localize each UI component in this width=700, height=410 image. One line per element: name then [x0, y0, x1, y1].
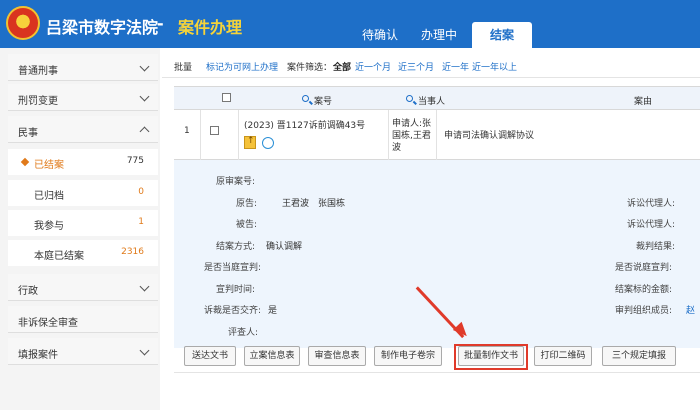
- sidebar-item-label: 行政: [18, 286, 38, 297]
- written-judgment-label: 是否说庭宣判:: [615, 263, 673, 273]
- tab-pending-confirm[interactable]: 待确认: [349, 22, 411, 48]
- header-cause: 案由: [634, 97, 653, 107]
- sidebar-item-criminal[interactable]: 普通刑事: [8, 54, 158, 81]
- original-case-no-label: 原审案号:: [216, 177, 256, 187]
- link-icon[interactable]: [262, 137, 274, 149]
- column-divider: [200, 110, 201, 160]
- sidebar-subitem-participated[interactable]: 我参与 1: [8, 210, 158, 236]
- sidebar-subitem-label: 已结案: [34, 160, 64, 171]
- app-title: 吕梁市数字法院: [46, 18, 159, 37]
- public-hearing-label: 是否当庭宣判:: [204, 263, 262, 273]
- announce-time-label: 宣判时间:: [216, 285, 256, 295]
- module-title: 案件办理: [178, 18, 243, 37]
- sidebar-subitem-archived[interactable]: 已归档 0: [8, 180, 158, 206]
- title-separator: -: [157, 14, 164, 33]
- bottom-row-area: [174, 372, 700, 410]
- make-e-dossier-button[interactable]: 制作电子卷宗: [374, 346, 442, 366]
- search-icon[interactable]: [302, 95, 309, 102]
- case-number-link[interactable]: (2023) 晋1127诉前调确43号: [244, 118, 384, 131]
- defendant-label: 被告:: [236, 220, 258, 230]
- count-badge: 2316: [121, 247, 144, 257]
- case-cause: 申请司法确认调解协议: [444, 131, 535, 141]
- chevron-down-icon: [139, 91, 150, 102]
- row-index: 1: [184, 126, 190, 136]
- table-header: 案号 当事人 案由: [174, 86, 700, 110]
- sidebar-item-civil[interactable]: 民事: [8, 116, 158, 143]
- batch-label: 批量: [174, 63, 193, 73]
- sidebar-item-label: 非诉保全审查: [18, 318, 78, 329]
- column-divider: [238, 110, 239, 160]
- case-info-button[interactable]: 立案信息表: [244, 346, 300, 366]
- trial-org-label: 审判组织成员:: [615, 306, 673, 316]
- count-badge: 1: [138, 217, 144, 227]
- column-divider: [388, 110, 389, 160]
- sidebar-item-report-cases[interactable]: 填报案件: [8, 338, 158, 365]
- annotation-highlight-box: [454, 344, 528, 370]
- plaintiff-value: 王君波 张国栋: [282, 199, 346, 209]
- filter-over-one-year[interactable]: 近一年以上: [472, 60, 517, 73]
- mark-online-link[interactable]: 标记为可网上办理: [206, 60, 278, 73]
- tab-in-progress[interactable]: 办理中: [408, 22, 470, 48]
- judgment-result-label: 裁判结果:: [636, 242, 676, 252]
- sidebar: 普通刑事 刑罚变更 民事 已结案 775 已归档 0 我参与 1 本庭已结案 2…: [0, 48, 160, 410]
- party-names: 申请人:张国栋,王君波: [392, 119, 432, 153]
- chevron-up-icon: [139, 126, 150, 137]
- sidebar-subitem-court-closed[interactable]: 本庭已结案 2316: [8, 240, 158, 266]
- tab-closed[interactable]: 结案: [472, 22, 532, 48]
- closing-method-value: 确认调解: [266, 242, 303, 252]
- search-icon[interactable]: [406, 95, 413, 102]
- chevron-down-icon: [139, 281, 150, 292]
- main-content: 批量 标记为可网上办理 案件筛选： 全部 近一个月 近三个月 近一年 近一年以上…: [162, 48, 700, 410]
- row-checkbox[interactable]: [210, 126, 219, 135]
- closing-amount-label: 结案标的金额:: [615, 285, 673, 295]
- case-detail-panel: 原审案号: 原告: 王君波 张国栋 被告: 结案方式: 确认调解 是否当庭宣判:…: [174, 160, 700, 348]
- deliver-document-button[interactable]: 送达文书: [184, 346, 236, 366]
- upload-file-icon[interactable]: [244, 136, 256, 149]
- plaintiff-label: 原告:: [236, 199, 258, 209]
- table-row[interactable]: 1 (2023) 晋1127诉前调确43号 申请人:张国栋,王君波 申请司法确认…: [174, 110, 700, 160]
- column-divider: [436, 110, 437, 160]
- sidebar-item-sentence-change[interactable]: 刑罚变更: [8, 84, 158, 111]
- filter-three-months[interactable]: 近三个月: [398, 60, 434, 73]
- assessor-label: 评查人:: [228, 328, 259, 338]
- sidebar-item-administrative[interactable]: 行政: [8, 274, 158, 301]
- sidebar-item-preservation-review[interactable]: 非诉保全审查: [8, 306, 158, 333]
- count-badge: 775: [126, 156, 144, 166]
- filter-all[interactable]: 全部: [333, 60, 351, 73]
- header-case-no: 案号: [314, 97, 333, 107]
- count-badge: 0: [138, 187, 144, 197]
- three-rules-report-button[interactable]: 三个规定填报: [602, 346, 676, 366]
- agent-label-1: 诉讼代理人:: [627, 199, 676, 209]
- sidebar-item-label: 普通刑事: [18, 66, 58, 77]
- sidebar-item-label: 民事: [18, 128, 38, 139]
- exchange-label: 诉裁是否交齐:: [204, 306, 262, 316]
- filter-label: 案件筛选：: [287, 63, 333, 73]
- sidebar-subitem-label: 已归档: [34, 191, 64, 202]
- sidebar-subitem-label: 本庭已结案: [34, 251, 84, 262]
- sidebar-subitem-label: 我参与: [34, 221, 64, 232]
- sidebar-subitem-closed[interactable]: 已结案 775: [8, 149, 158, 175]
- select-all-checkbox[interactable]: [222, 93, 231, 102]
- active-bullet-icon: [20, 157, 30, 167]
- filter-one-month[interactable]: 近一个月: [355, 60, 391, 73]
- top-header: 吕梁市数字法院 - 案件办理 待确认 办理中 结案: [0, 0, 700, 48]
- chevron-down-icon: [139, 61, 150, 72]
- filter-one-year[interactable]: 近一年: [442, 60, 469, 73]
- court-emblem-icon: [6, 6, 40, 40]
- review-info-button[interactable]: 审查信息表: [308, 346, 366, 366]
- closing-method-label: 结案方式:: [216, 242, 256, 252]
- sidebar-item-label: 刑罚变更: [18, 96, 58, 107]
- trial-org-value[interactable]: 赵: [686, 303, 695, 316]
- sidebar-item-label: 填报案件: [18, 350, 58, 361]
- exchange-value: 是: [268, 306, 278, 316]
- header-party: 当事人: [418, 97, 446, 107]
- agent-label-2: 诉讼代理人:: [627, 220, 676, 230]
- print-qrcode-button[interactable]: 打印二维码: [534, 346, 592, 366]
- filter-toolbar: 批量 标记为可网上办理 案件筛选： 全部 近一个月 近三个月 近一年 近一年以上: [162, 48, 700, 78]
- chevron-down-icon: [139, 345, 150, 356]
